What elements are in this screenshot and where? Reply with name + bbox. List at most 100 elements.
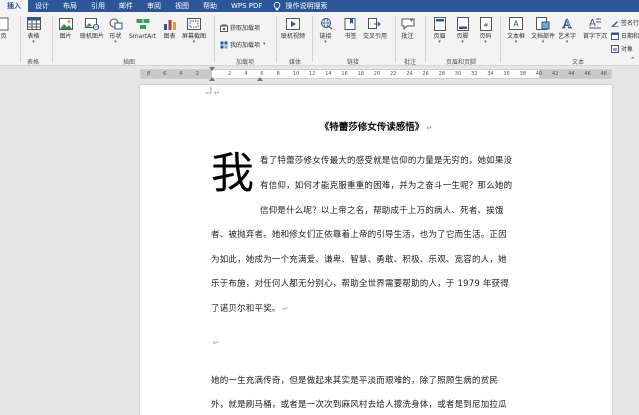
lightbulb-icon [274,1,281,10]
tab-wps-pdf[interactable]: WPS PDF [224,0,269,12]
wordart-icon: A [560,16,575,31]
calendar-icon [611,32,619,40]
online-video-button[interactable]: 联机视频 [281,16,305,40]
ruler-number: 10 [292,71,300,77]
table-button[interactable]: 表格 ▾ [26,16,41,45]
group-separator [276,16,277,62]
screenshot-button[interactable]: 屏幕截图 ▾ [182,16,206,45]
page-button[interactable]: 页 [0,16,11,40]
body-line: 有信仰，如何才能克服重重的困难，并为之奋斗一生呢？那么她的 [260,181,513,191]
svg-text:#: # [483,22,488,29]
document-page[interactable]: ↵ 《特蕾莎修女传读感悟》 ↵ 我 看了特蕾莎修女传最大的感受就是信仰的力量是无穷… [140,85,612,415]
online-picture-button[interactable]: 联机图片 [80,16,104,40]
ruler-number: 42 [552,71,559,77]
group-separator [52,16,53,62]
tab-insert[interactable]: 插入 [0,0,28,12]
signature-line-label: 签名行 [621,20,639,27]
ruler-number: 6 [163,71,167,77]
header-icon [432,16,447,31]
empty-paragraph-mark: ↵ [214,89,221,97]
smartart-button[interactable]: SmartArt [129,16,156,40]
ruler-number: 28 [438,71,445,77]
group-separator [20,16,21,62]
chart-icon [162,16,177,31]
body-line-end: 了诺贝尔和平奖。 ↵ [211,302,289,314]
ruler-number: 38 [519,71,526,77]
ribbon-collapse-button[interactable]: ⌃ [630,56,636,64]
left-indent-marker[interactable] [257,77,263,81]
tell-me-search[interactable]: 操作说明搜索 [269,1,327,11]
horizontal-ruler[interactable]: 8 6 4 2 2 4 6 8 10 12 14 16 18 20 22 24 26 28 30 32 34 36 38 40… [140,67,612,81]
chevron-down-icon: ▾ [192,39,196,45]
online-picture-label: 联机图片 [80,33,105,40]
chevron-down-icon: ▾ [114,39,117,45]
body-line: 乐于布施，对任何人都无分别心，帮助全世界需要帮助的人，于 1979 年获得 [211,279,509,289]
svg-text:A: A [562,17,572,30]
ruler-left-margin [141,70,212,78]
page-number-icon: # [478,16,493,31]
footer-button[interactable]: 页脚 ▾ [455,16,470,45]
group-label-text: 文本 [572,59,585,66]
cross-reference-button[interactable]: 交叉引用 [363,16,387,40]
picture-icon [58,16,73,31]
link-button[interactable]: 链接 ▾ [318,16,333,45]
empty-paragraph: ↵ [211,338,219,348]
quick-parts-button[interactable]: 文档部件 ▾ [531,16,555,45]
chevron-down-icon: ▾ [541,39,545,45]
group-label-media: 媒体 [289,59,302,66]
signature-line-button[interactable]: 签名行 [611,18,639,27]
header-button[interactable]: 页眉 ▾ [432,16,447,45]
online-picture-icon [85,16,100,31]
my-addins-label: 我的加载项 [230,42,261,49]
tab-help[interactable]: 帮助 [196,0,224,12]
bookmark-button[interactable]: 书签 [343,16,358,40]
ruler-number: 12 [309,71,316,77]
group-separator [312,16,313,62]
chevron-down-icon: ▾ [565,39,569,45]
chevron-down-icon: ▾ [438,39,441,45]
shapes-button[interactable]: 形状 ▾ [108,16,123,45]
tab-view[interactable]: 视图 [168,0,196,12]
first-line-indent-marker[interactable] [209,67,215,71]
date-time-label: 日期和 [621,33,639,40]
chart-button[interactable]: 图表 [162,16,177,40]
picture-button[interactable]: 图片 [58,16,73,40]
get-addins-button[interactable]: 获取加载项 [220,23,260,32]
tab-layout[interactable]: 布局 [56,0,84,12]
footer-icon [455,16,470,31]
body-line: 为如此，她成为一个充满爱、谦卑、智慧、勇敢、积极、乐观、宽容的人，她 [211,255,507,265]
date-time-button[interactable]: 日期和 [611,31,639,40]
video-icon [286,16,301,31]
ruler-number: 32 [471,71,478,77]
tab-references[interactable]: 引用 [84,0,112,12]
tab-review[interactable]: 审阅 [140,0,168,12]
ruler-number: 30 [454,71,462,77]
dropcap-button[interactable]: A 首字下沉 [583,16,607,40]
wordart-button[interactable]: A 艺术字 ▾ [558,16,576,45]
cross-reference-label: 交叉引用 [363,33,388,40]
picture-label: 图片 [59,33,72,40]
page-number-button[interactable]: # 页码 ▾ [478,16,493,45]
document-title-text: 《特蕾莎修女传读感悟》 [319,122,425,133]
screenshot-icon [187,16,202,31]
ruler-number: 36 [503,71,510,77]
textbox-button[interactable]: A 文本框 ▾ [507,16,525,45]
hanging-indent-marker[interactable] [209,77,215,81]
tab-mailings[interactable]: 邮件 [112,0,140,12]
online-video-label: 联机视频 [281,33,306,40]
paragraph-mark: ↵ [213,339,220,347]
drop-cap-character[interactable]: 我 [211,149,254,199]
object-icon [611,44,619,53]
comment-button[interactable]: 批注 [400,16,415,40]
ruler-number: 16 [341,71,348,77]
textbox-icon: A [509,16,524,31]
ruler-number: 4 [244,71,248,77]
my-addins-button[interactable]: 我的加载项 ▾ [220,40,266,49]
object-button[interactable]: 对象 [611,44,633,53]
svg-text:A: A [513,20,519,29]
shapes-icon [108,16,123,31]
tab-design[interactable]: 设计 [28,0,56,12]
group-label-tables: 表格 [27,59,40,66]
tell-me-text: 操作说明搜索 [285,2,328,10]
group-separator [214,16,215,62]
